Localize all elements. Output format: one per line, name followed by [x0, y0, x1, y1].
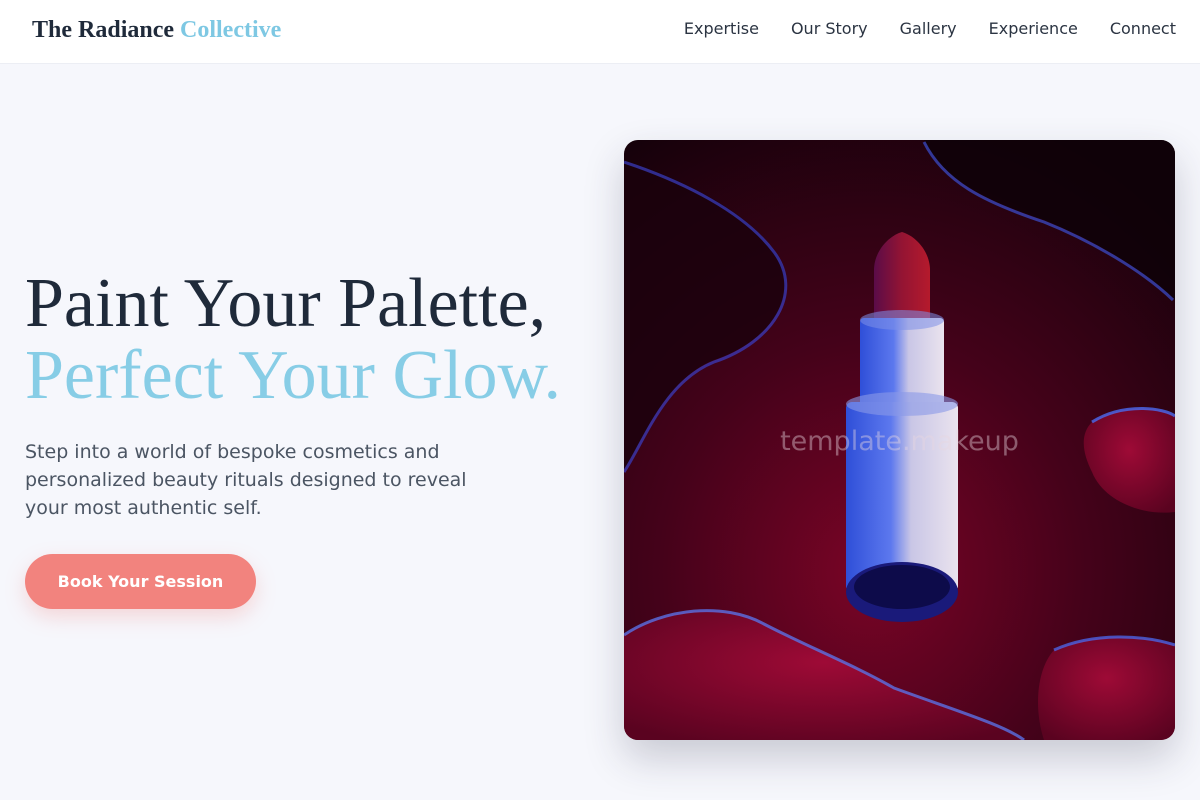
nav-link-connect[interactable]: Connect	[1110, 19, 1176, 38]
image-watermark: template.makeup	[780, 426, 1019, 457]
nav-link-expertise[interactable]: Expertise	[684, 19, 759, 38]
site-header: The Radiance Collective Expertise Our St…	[0, 0, 1200, 64]
brand-logo[interactable]: The Radiance Collective	[32, 17, 281, 44]
brand-name-accent: Collective	[180, 17, 282, 43]
hero-image: template.makeup	[624, 140, 1175, 740]
hero-title-line2: Perfect Your Glow.	[25, 337, 561, 414]
main-nav: Expertise Our Story Gallery Experience C…	[684, 19, 1176, 38]
book-session-button[interactable]: Book Your Session	[25, 554, 256, 609]
brand-name-primary: The Radiance	[32, 17, 175, 43]
nav-link-our-story[interactable]: Our Story	[791, 19, 868, 38]
nav-link-gallery[interactable]: Gallery	[900, 19, 957, 38]
hero-title-line1: Paint Your Palette,	[25, 265, 547, 342]
hero-title: Paint Your Palette, Perfect Your Glow.	[25, 268, 561, 412]
hero-subtitle: Step into a world of bespoke cosmetics a…	[25, 441, 467, 519]
nav-link-experience[interactable]: Experience	[989, 19, 1078, 38]
